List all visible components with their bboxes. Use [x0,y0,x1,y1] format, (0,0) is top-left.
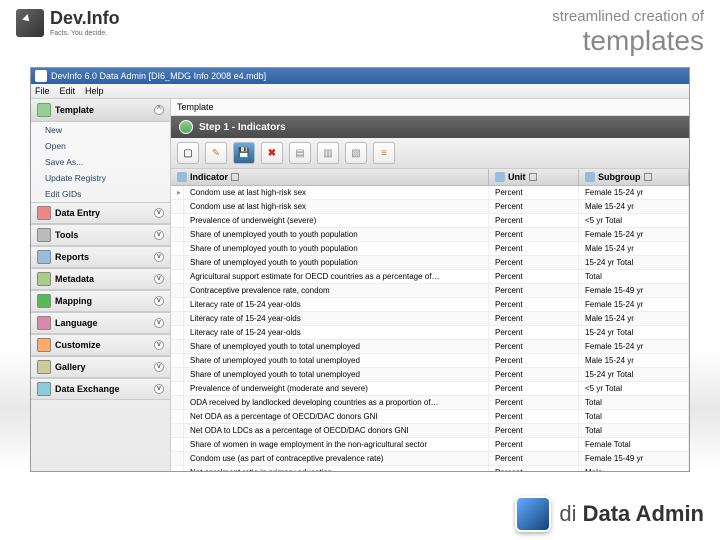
sidebar-section-language[interactable]: Languagev [31,312,170,334]
step-icon [179,120,193,134]
sidebar-section-gallery[interactable]: Galleryv [31,356,170,378]
table-row[interactable]: Contraceptive prevalence rate, condomPer… [171,284,689,298]
table-row[interactable]: Condom use (as part of contraceptive pre… [171,452,689,466]
table-row[interactable]: Share of unemployed youth to total unemp… [171,368,689,382]
table-row[interactable]: Prevalence of underweight (moderate and … [171,382,689,396]
section-icon [37,272,51,286]
section-icon [37,360,51,374]
table-row[interactable]: Agricultural support estimate for OECD c… [171,270,689,284]
new-button[interactable]: ▢ [177,142,199,164]
menu-help[interactable]: Help [85,86,104,96]
table-header: Indicator Unit Subgroup [171,169,689,186]
expand-icon[interactable]: v [154,208,164,218]
sidebar: Template ^ New Open Save As... Update Re… [31,99,171,472]
sidebar-section-tools[interactable]: Toolsv [31,224,170,246]
filter-icon[interactable] [529,173,537,181]
expand-icon[interactable]: v [154,296,164,306]
header-title: templates [552,25,704,57]
template-icon [37,103,51,117]
footer-di: di [559,501,576,526]
header-subtitle: streamlined creation of [552,8,704,25]
collapse-icon[interactable]: ^ [154,105,164,115]
logo-icon [16,9,44,37]
table-row[interactable]: Share of women in wage employment in the… [171,438,689,452]
filter-icon[interactable] [644,173,652,181]
section-icon [37,316,51,330]
table-row[interactable]: Share of unemployed youth to total unemp… [171,354,689,368]
unit-icon [495,172,505,182]
table-row[interactable]: Share of unemployed youth to youth popul… [171,256,689,270]
sidebar-template-header[interactable]: Template ^ [31,99,170,122]
table-row[interactable]: Literacy rate of 15-24 year-oldsPercentF… [171,298,689,312]
section-icon [37,338,51,352]
section-icon [37,250,51,264]
indicator-icon [177,172,187,182]
db-button[interactable]: ≡ [373,142,395,164]
save-button[interactable]: 💾 [233,142,255,164]
table-row[interactable]: Condom use at last high-risk sexPercentM… [171,200,689,214]
col-indicator[interactable]: Indicator [171,169,489,185]
section-icon [37,382,51,396]
doc2-button[interactable]: ▥ [317,142,339,164]
delete-button[interactable]: ✖ [261,142,283,164]
expand-icon[interactable]: v [154,318,164,328]
table-row[interactable]: ODA received by landlocked developing co… [171,396,689,410]
sidebar-section-mapping[interactable]: Mappingv [31,290,170,312]
filter-icon[interactable] [231,173,239,181]
menu-file[interactable]: File [35,86,50,96]
footer-icon [515,496,551,532]
sidebar-saveas[interactable]: Save As... [31,154,170,170]
step-label: Step 1 - Indicators [199,122,286,133]
edit-button[interactable]: ✎ [205,142,227,164]
sidebar-section-data-exchange[interactable]: Data Exchangev [31,378,170,400]
col-unit[interactable]: Unit [489,169,579,185]
section-icon [37,206,51,220]
window-titlebar: DevInfo 6.0 Data Admin [DI6_MDG Info 200… [31,68,689,84]
footer: di Data Admin [515,496,704,532]
menubar: File Edit Help [31,84,689,99]
table-row[interactable]: Literacy rate of 15-24 year-oldsPercent1… [171,326,689,340]
table-row[interactable]: Net ODA to LDCs as a percentage of OECD/… [171,424,689,438]
logo-text: Dev.Info [50,8,120,29]
toolbar: ▢ ✎ 💾 ✖ ▤ ▥ ▧ ≡ [171,138,689,169]
expand-icon[interactable]: v [154,274,164,284]
sidebar-section-customize[interactable]: Customizev [31,334,170,356]
sidebar-section-data-entry[interactable]: Data Entryv [31,202,170,224]
table-row[interactable]: Share of unemployed youth to youth popul… [171,242,689,256]
app-icon [35,70,47,82]
logo-tagline: Facts. You decide. [50,30,120,37]
data-grid[interactable]: ▸Condom use at last high-risk sexPercent… [171,186,689,472]
table-row[interactable]: Prevalence of underweight (severe)Percen… [171,214,689,228]
sidebar-open[interactable]: Open [31,138,170,154]
footer-label: Data Admin [583,501,704,526]
section-icon [37,294,51,308]
sidebar-new[interactable]: New [31,122,170,138]
doc3-button[interactable]: ▧ [345,142,367,164]
expand-icon[interactable]: v [154,252,164,262]
table-row[interactable]: Net ODA as a percentage of OECD/DAC dono… [171,410,689,424]
col-subgroup[interactable]: Subgroup [579,169,689,185]
sidebar-edit-gids[interactable]: Edit GIDs [31,186,170,202]
section-icon [37,228,51,242]
table-row[interactable]: Literacy rate of 15-24 year-oldsPercentM… [171,312,689,326]
expand-icon[interactable]: v [154,230,164,240]
expand-icon[interactable]: v [154,340,164,350]
table-row[interactable]: ▸Condom use at last high-risk sexPercent… [171,186,689,200]
window-title: DevInfo 6.0 Data Admin [DI6_MDG Info 200… [51,71,266,81]
sidebar-section-metadata[interactable]: Metadatav [31,268,170,290]
sidebar-update-registry[interactable]: Update Registry [31,170,170,186]
step-band: Step 1 - Indicators [171,116,689,138]
menu-edit[interactable]: Edit [60,86,76,96]
breadcrumb: Template [171,99,689,116]
table-row[interactable]: Share of unemployed youth to youth popul… [171,228,689,242]
app-window: DevInfo 6.0 Data Admin [DI6_MDG Info 200… [30,67,690,472]
sidebar-section-reports[interactable]: Reportsv [31,246,170,268]
expand-icon[interactable]: v [154,384,164,394]
doc1-button[interactable]: ▤ [289,142,311,164]
table-row[interactable]: Share of unemployed youth to total unemp… [171,340,689,354]
table-row[interactable]: Net enrolment ratio in primary education… [171,466,689,472]
subgroup-icon [585,172,595,182]
expand-icon[interactable]: v [154,362,164,372]
